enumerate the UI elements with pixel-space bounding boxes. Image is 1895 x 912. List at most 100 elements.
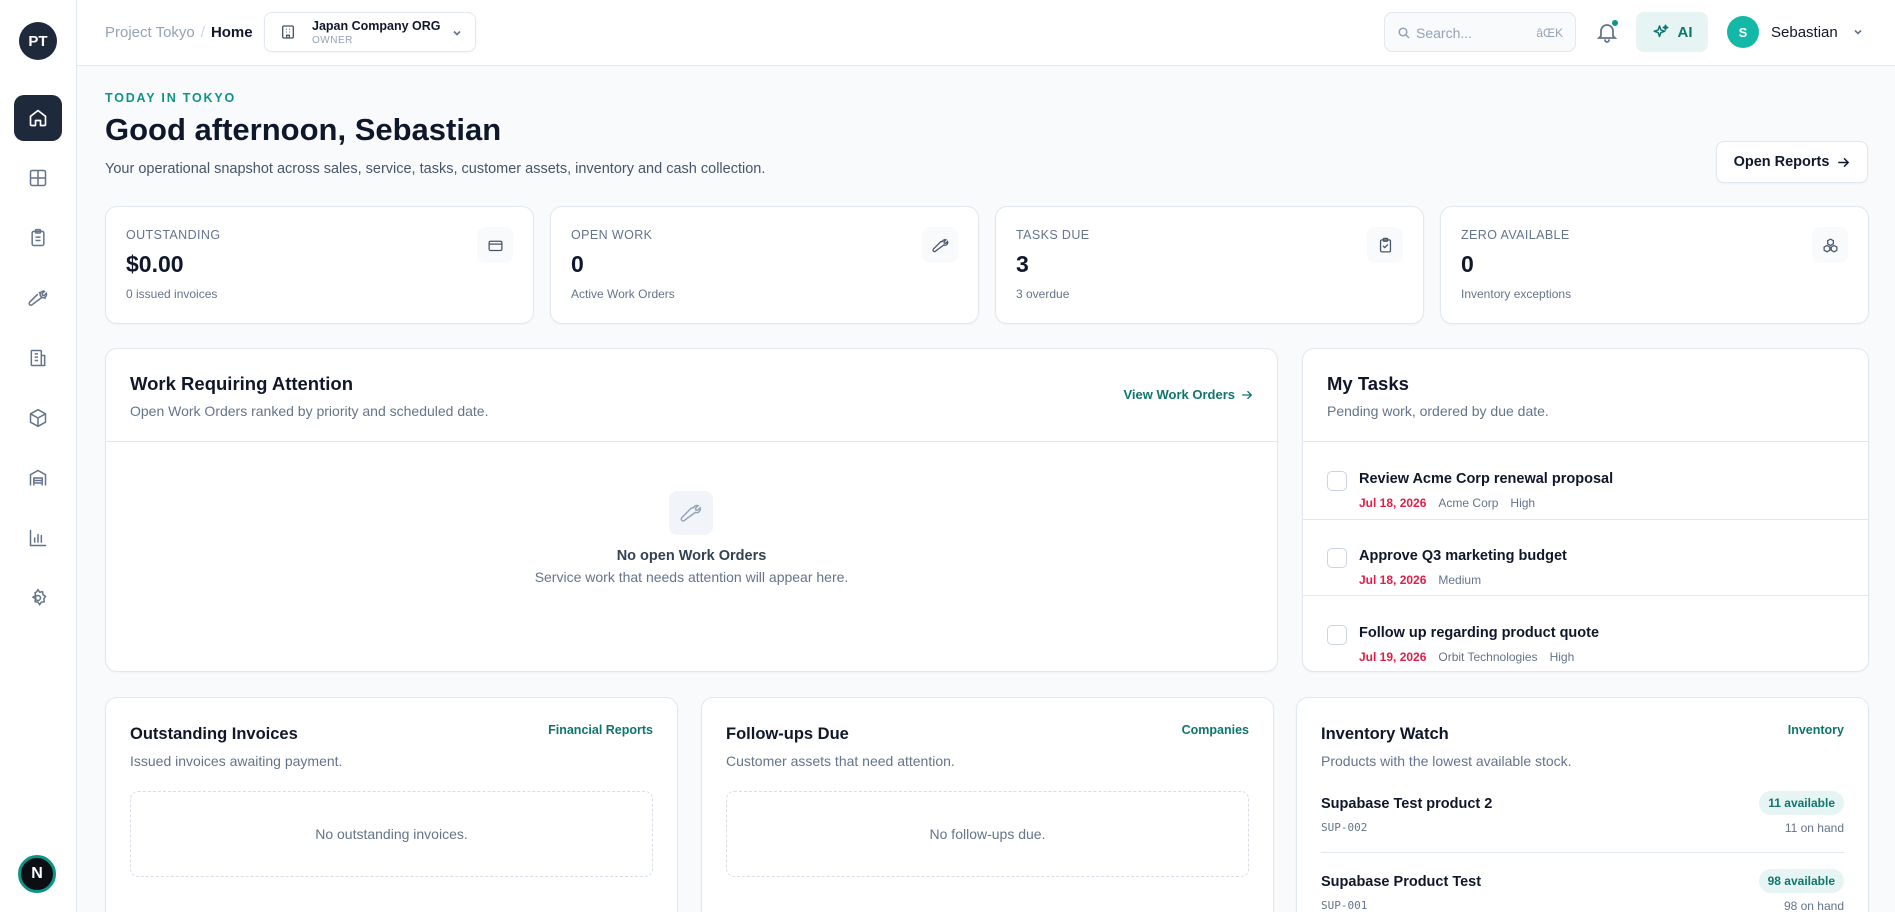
stat-value: 0 [571, 251, 584, 277]
breadcrumb-project[interactable]: Project Tokyo [105, 24, 195, 41]
stat-value: 3 [1016, 251, 1029, 277]
avatar: S [1727, 16, 1759, 48]
search-input[interactable]: Search... âŒK [1384, 12, 1576, 52]
inventory-item[interactable]: Supabase Product Test SUP-001 98 availab… [1321, 869, 1844, 912]
notifications-button[interactable] [1595, 19, 1619, 44]
org-switcher[interactable]: Japan Company ORG OWNER [264, 12, 476, 52]
sidebar-item-products[interactable] [14, 395, 62, 441]
sidebar-item-dashboards[interactable] [14, 155, 62, 201]
task-item[interactable]: Approve Q3 marketing budget Jul 18, 2026… [1303, 534, 1868, 610]
building-icon [30, 349, 46, 367]
sidebar-item-tasks[interactable] [14, 215, 62, 261]
building-icon [282, 25, 294, 39]
task-due-date: Jul 18, 2026 [1359, 496, 1427, 510]
task-divider [1303, 519, 1868, 520]
box-icon [29, 408, 47, 428]
available-badge: 98 available [1758, 869, 1844, 893]
boxes-icon [1822, 237, 1838, 253]
org-name: Japan Company ORG [312, 19, 441, 33]
outstanding-invoices-card: Outstanding Invoices Issued invoices awa… [105, 697, 678, 912]
project-logo[interactable]: PT [19, 22, 57, 60]
task-name: Approve Q3 marketing budget [1359, 548, 1567, 564]
card-subtitle: Open Work Orders ranked by priority and … [130, 403, 489, 419]
card-divider [106, 441, 1277, 442]
task-meta: Jul 18, 2026 Medium [1359, 573, 1481, 587]
breadcrumb-separator: / [200, 24, 205, 41]
arrow-right-icon [1242, 390, 1253, 399]
view-work-orders-link[interactable]: View Work Orders [1123, 387, 1253, 402]
card-title: Outstanding Invoices [130, 725, 298, 743]
followups-empty-state: No follow-ups due. [726, 791, 1249, 877]
stat-sub: 0 issued invoices [126, 287, 218, 301]
task-item[interactable]: Follow up regarding product quote Jul 19… [1303, 611, 1868, 671]
framework-badge[interactable]: N [18, 855, 56, 893]
user-name: Sebastian [1771, 23, 1838, 41]
sidebar-item-home[interactable] [14, 95, 62, 141]
stat-icon-box [1812, 227, 1848, 263]
companies-link[interactable]: Companies [1182, 723, 1249, 737]
stat-value: 0 [1461, 251, 1474, 277]
open-reports-label: Open Reports [1733, 154, 1830, 170]
stat-card-tasks-due[interactable]: TASKS DUE 3 3 overdue [995, 206, 1424, 324]
search-shortcut: âŒK [1536, 26, 1563, 40]
card-title: Inventory Watch [1321, 725, 1449, 743]
sidebar-item-warehouses[interactable] [14, 455, 62, 501]
stat-icon-box [1367, 227, 1403, 263]
product-name: Supabase Test product 2 [1321, 796, 1493, 812]
stat-sub: Active Work Orders [571, 287, 675, 301]
available-badge: 11 available [1759, 791, 1844, 815]
stat-card-outstanding[interactable]: OUTSTANDING $0.00 0 issued invoices [105, 206, 534, 324]
product-name: Supabase Product Test [1321, 874, 1482, 890]
search-icon [1398, 27, 1410, 39]
breadcrumb: Project Tokyo / Home [105, 24, 253, 41]
wrench-icon [680, 504, 702, 522]
sidebar-item-work-orders[interactable] [14, 275, 62, 321]
task-meta: Jul 18, 2026 Acme Corp High [1359, 496, 1535, 510]
sparkles-icon [1653, 24, 1668, 38]
task-item[interactable]: Review Acme Corp renewal proposal Jul 18… [1303, 457, 1868, 533]
task-priority: High [1549, 650, 1575, 664]
arrow-right-icon [1838, 157, 1850, 167]
chevron-down-icon [1854, 29, 1862, 35]
inventory-link[interactable]: Inventory [1788, 723, 1844, 737]
chart-icon [29, 529, 47, 547]
user-menu[interactable]: S Sebastian [1727, 16, 1864, 48]
task-name: Follow up regarding product quote [1359, 625, 1600, 641]
card-title: My Tasks [1327, 373, 1409, 394]
card-subtitle: Customer assets that need attention. [726, 753, 955, 769]
empty-state-title: No open Work Orders [616, 548, 767, 564]
task-due-date: Jul 18, 2026 [1359, 573, 1427, 587]
task-name: Review Acme Corp renewal proposal [1359, 471, 1614, 487]
ai-button[interactable]: AI [1636, 12, 1708, 52]
stat-icon-box [477, 227, 513, 263]
task-due-date: Jul 19, 2026 [1359, 650, 1427, 664]
task-checkbox[interactable] [1327, 471, 1347, 491]
empty-state-icon-box [669, 491, 713, 535]
stat-label: ZERO AVAILABLE [1461, 228, 1570, 242]
warehouse-icon [29, 469, 47, 486]
stat-icon-box [922, 227, 958, 263]
followups-card: Follow-ups Due Customer assets that need… [701, 697, 1274, 912]
task-meta: Jul 19, 2026 Orbit Technologies High [1359, 650, 1574, 664]
financial-reports-link[interactable]: Financial Reports [548, 723, 653, 737]
ai-label: AI [1677, 23, 1693, 41]
inventory-item[interactable]: Supabase Test product 2 SUP-002 11 avail… [1321, 791, 1844, 874]
task-company: Acme Corp [1438, 496, 1499, 510]
task-checkbox[interactable] [1327, 548, 1347, 568]
open-reports-button[interactable]: Open Reports [1716, 141, 1868, 183]
stat-card-zero-available[interactable]: ZERO AVAILABLE 0 Inventory exceptions [1440, 206, 1869, 324]
page-subtitle: Your operational snapshot across sales, … [105, 161, 766, 177]
view-work-orders-label: View Work Orders [1123, 387, 1235, 402]
sidebar-item-companies[interactable] [14, 335, 62, 381]
stat-card-open-work[interactable]: OPEN WORK 0 Active Work Orders [550, 206, 979, 324]
clipboard-check-icon [1379, 237, 1391, 253]
on-hand-count: 98 on hand [1783, 899, 1844, 912]
breadcrumb-current: Home [210, 24, 253, 41]
stat-label: OPEN WORK [571, 228, 653, 242]
inventory-watch-card: Inventory Watch Products with the lowest… [1296, 697, 1869, 912]
search-placeholder: Search... [1416, 25, 1473, 41]
sidebar-item-settings[interactable] [14, 575, 62, 621]
work-attention-card: Work Requiring Attention Open Work Order… [105, 348, 1278, 672]
task-checkbox[interactable] [1327, 625, 1347, 645]
sidebar-item-reports[interactable] [14, 515, 62, 561]
